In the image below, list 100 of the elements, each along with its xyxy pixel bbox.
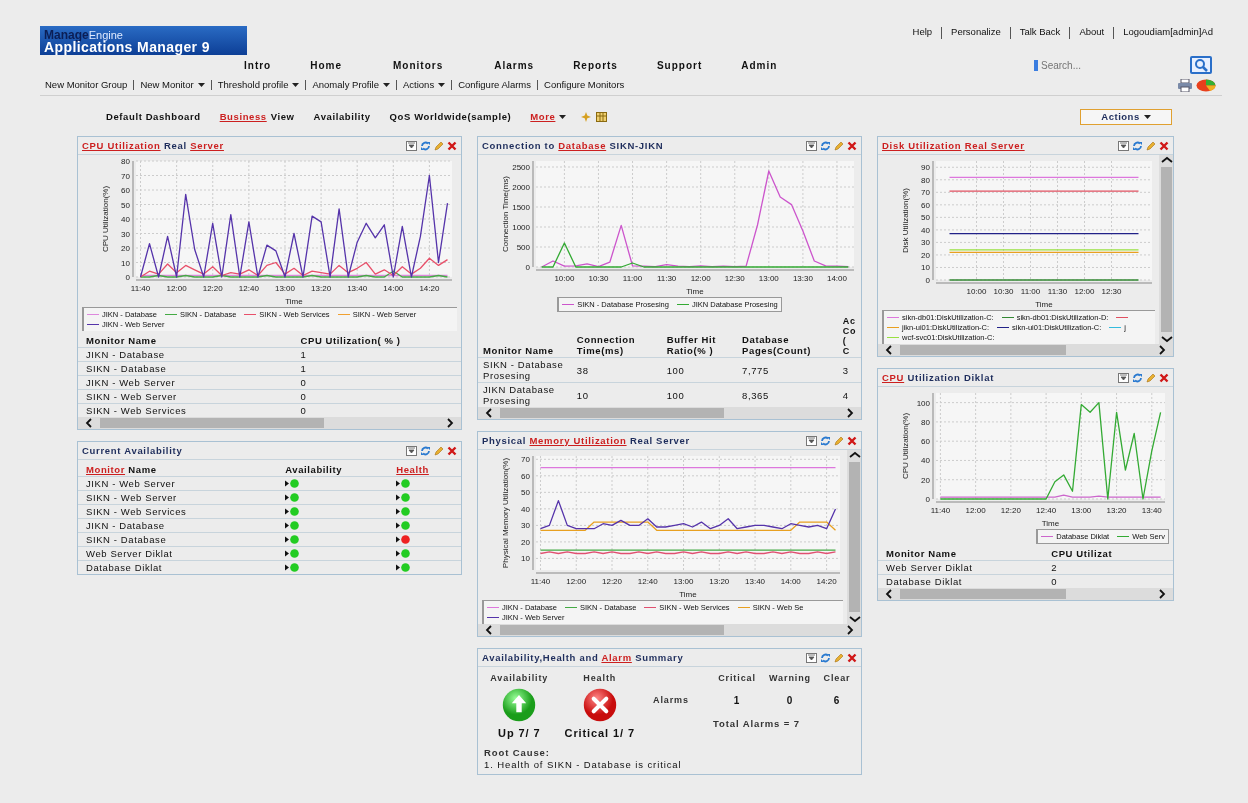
pencil-icon[interactable]: [434, 445, 444, 456]
dropdown-icon[interactable]: [406, 140, 417, 151]
horizontal-scrollbar[interactable]: [878, 344, 1173, 356]
chevron-left-icon[interactable]: [484, 625, 494, 635]
title-link[interactable]: Database: [558, 140, 607, 151]
dashboard-tab[interactable]: Business View: [219, 111, 295, 122]
nav-item[interactable]: Intro: [244, 59, 272, 71]
menu-item[interactable]: Configure Monitors: [537, 80, 631, 90]
top-link[interactable]: Talk Back: [1009, 27, 1070, 39]
refresh-icon[interactable]: [420, 445, 431, 456]
top-link[interactable]: Help: [903, 27, 942, 39]
tick-label: 13:00: [673, 577, 694, 586]
close-icon[interactable]: [1159, 140, 1169, 151]
title-link[interactable]: Health: [396, 464, 429, 475]
dashboard-tab[interactable]: Availability: [313, 111, 371, 122]
dropdown-icon[interactable]: [1118, 372, 1129, 383]
scroll-thumb[interactable]: [900, 345, 1066, 355]
chevron-right-icon[interactable]: [1157, 345, 1167, 355]
column-header: Warning: [768, 673, 812, 683]
close-icon[interactable]: [847, 435, 857, 446]
chevron-down-icon[interactable]: [848, 614, 861, 624]
title-link[interactable]: More: [530, 111, 556, 122]
top-link[interactable]: Logoudiam[admin]Ad: [1113, 27, 1222, 39]
title-link[interactable]: Disk Utilization: [882, 140, 962, 151]
chevron-left-icon[interactable]: [484, 408, 494, 418]
top-link[interactable]: Personalize: [941, 27, 1010, 39]
chevron-right-icon[interactable]: [845, 408, 855, 418]
close-icon[interactable]: [447, 445, 457, 456]
menu-item[interactable]: New Monitor Group: [45, 80, 134, 90]
search-icon[interactable]: [1190, 56, 1212, 74]
pencil-icon[interactable]: [834, 652, 844, 663]
dropdown-icon[interactable]: [806, 652, 817, 663]
pencil-icon[interactable]: [834, 435, 844, 446]
dashboard-tab[interactable]: QoS Worldwide(sample): [389, 111, 512, 122]
chevron-right-icon[interactable]: [445, 418, 455, 428]
scroll-thumb[interactable]: [500, 408, 724, 418]
title-link[interactable]: Server: [190, 140, 224, 151]
dropdown-icon[interactable]: [806, 140, 817, 151]
chevron-right-icon[interactable]: [845, 625, 855, 635]
vertical-scrollbar[interactable]: [1159, 155, 1173, 344]
nav-item[interactable]: Alarms: [494, 59, 535, 71]
nav-item[interactable]: Home: [310, 59, 342, 71]
dropdown-icon[interactable]: [1118, 140, 1129, 151]
menu-item[interactable]: Actions: [396, 80, 452, 90]
close-icon[interactable]: [847, 652, 857, 663]
search-field[interactable]: Search...: [1034, 59, 1144, 71]
refresh-icon[interactable]: [1132, 372, 1143, 383]
scroll-thumb[interactable]: [500, 625, 724, 635]
nav-item[interactable]: Reports: [573, 59, 618, 71]
pencil-icon[interactable]: [1146, 140, 1156, 151]
title-link[interactable]: Alarm: [601, 652, 632, 663]
refresh-icon[interactable]: [820, 140, 831, 151]
title-link[interactable]: CPU Utilization: [82, 140, 161, 151]
horizontal-scrollbar[interactable]: [478, 624, 861, 636]
dashboard-tab[interactable]: Default Dashboard: [106, 111, 201, 122]
grid-icon[interactable]: [596, 111, 608, 122]
close-icon[interactable]: [847, 140, 857, 151]
chevron-down-icon[interactable]: [1160, 334, 1173, 344]
scroll-thumb[interactable]: [900, 589, 1066, 599]
pencil-icon[interactable]: [1146, 372, 1156, 383]
pencil-icon[interactable]: [434, 140, 444, 151]
refresh-icon[interactable]: [820, 435, 831, 446]
horizontal-scrollbar[interactable]: [78, 417, 461, 429]
title-link[interactable]: CPU: [882, 372, 905, 383]
nav-item[interactable]: Monitors: [393, 59, 444, 71]
scroll-thumb[interactable]: [849, 462, 860, 612]
dashboard-tab[interactable]: More: [530, 111, 567, 122]
horizontal-scrollbar[interactable]: [878, 588, 1173, 600]
dropdown-icon[interactable]: [806, 435, 817, 446]
menu-item[interactable]: Anomaly Profile: [305, 80, 396, 90]
menu-item[interactable]: New Monitor: [133, 80, 211, 90]
printer-icon[interactable]: [1177, 78, 1193, 92]
dropdown-icon[interactable]: [406, 445, 417, 456]
chevron-left-icon[interactable]: [884, 589, 894, 599]
actions-button[interactable]: Actions: [1080, 108, 1172, 125]
horizontal-scrollbar[interactable]: [478, 407, 861, 419]
chevron-right-icon[interactable]: [1157, 589, 1167, 599]
chevron-up-icon[interactable]: [1160, 155, 1173, 165]
pencil-icon[interactable]: [834, 140, 844, 151]
pie-chart-icon[interactable]: [1196, 78, 1216, 92]
top-link[interactable]: About: [1069, 27, 1114, 39]
title-link[interactable]: Business: [219, 111, 267, 122]
scroll-thumb[interactable]: [100, 418, 324, 428]
menu-item[interactable]: Threshold profile: [210, 80, 306, 90]
close-icon[interactable]: [447, 140, 457, 151]
refresh-icon[interactable]: [420, 140, 431, 151]
chevron-up-icon[interactable]: [848, 450, 861, 460]
title-link[interactable]: Monitor: [86, 464, 126, 475]
nav-item[interactable]: Support: [656, 59, 703, 71]
refresh-icon[interactable]: [820, 652, 831, 663]
scroll-thumb[interactable]: [1161, 167, 1172, 332]
chevron-left-icon[interactable]: [884, 345, 894, 355]
title-link[interactable]: Real Server: [964, 140, 1025, 151]
vertical-scrollbar[interactable]: [847, 450, 861, 624]
nav-item[interactable]: Admin: [741, 59, 778, 71]
menu-item[interactable]: Configure Alarms: [451, 80, 538, 90]
chevron-left-icon[interactable]: [84, 418, 94, 428]
title-link[interactable]: Memory Utilization: [529, 435, 627, 446]
close-icon[interactable]: [1159, 372, 1169, 383]
refresh-icon[interactable]: [1132, 140, 1143, 151]
